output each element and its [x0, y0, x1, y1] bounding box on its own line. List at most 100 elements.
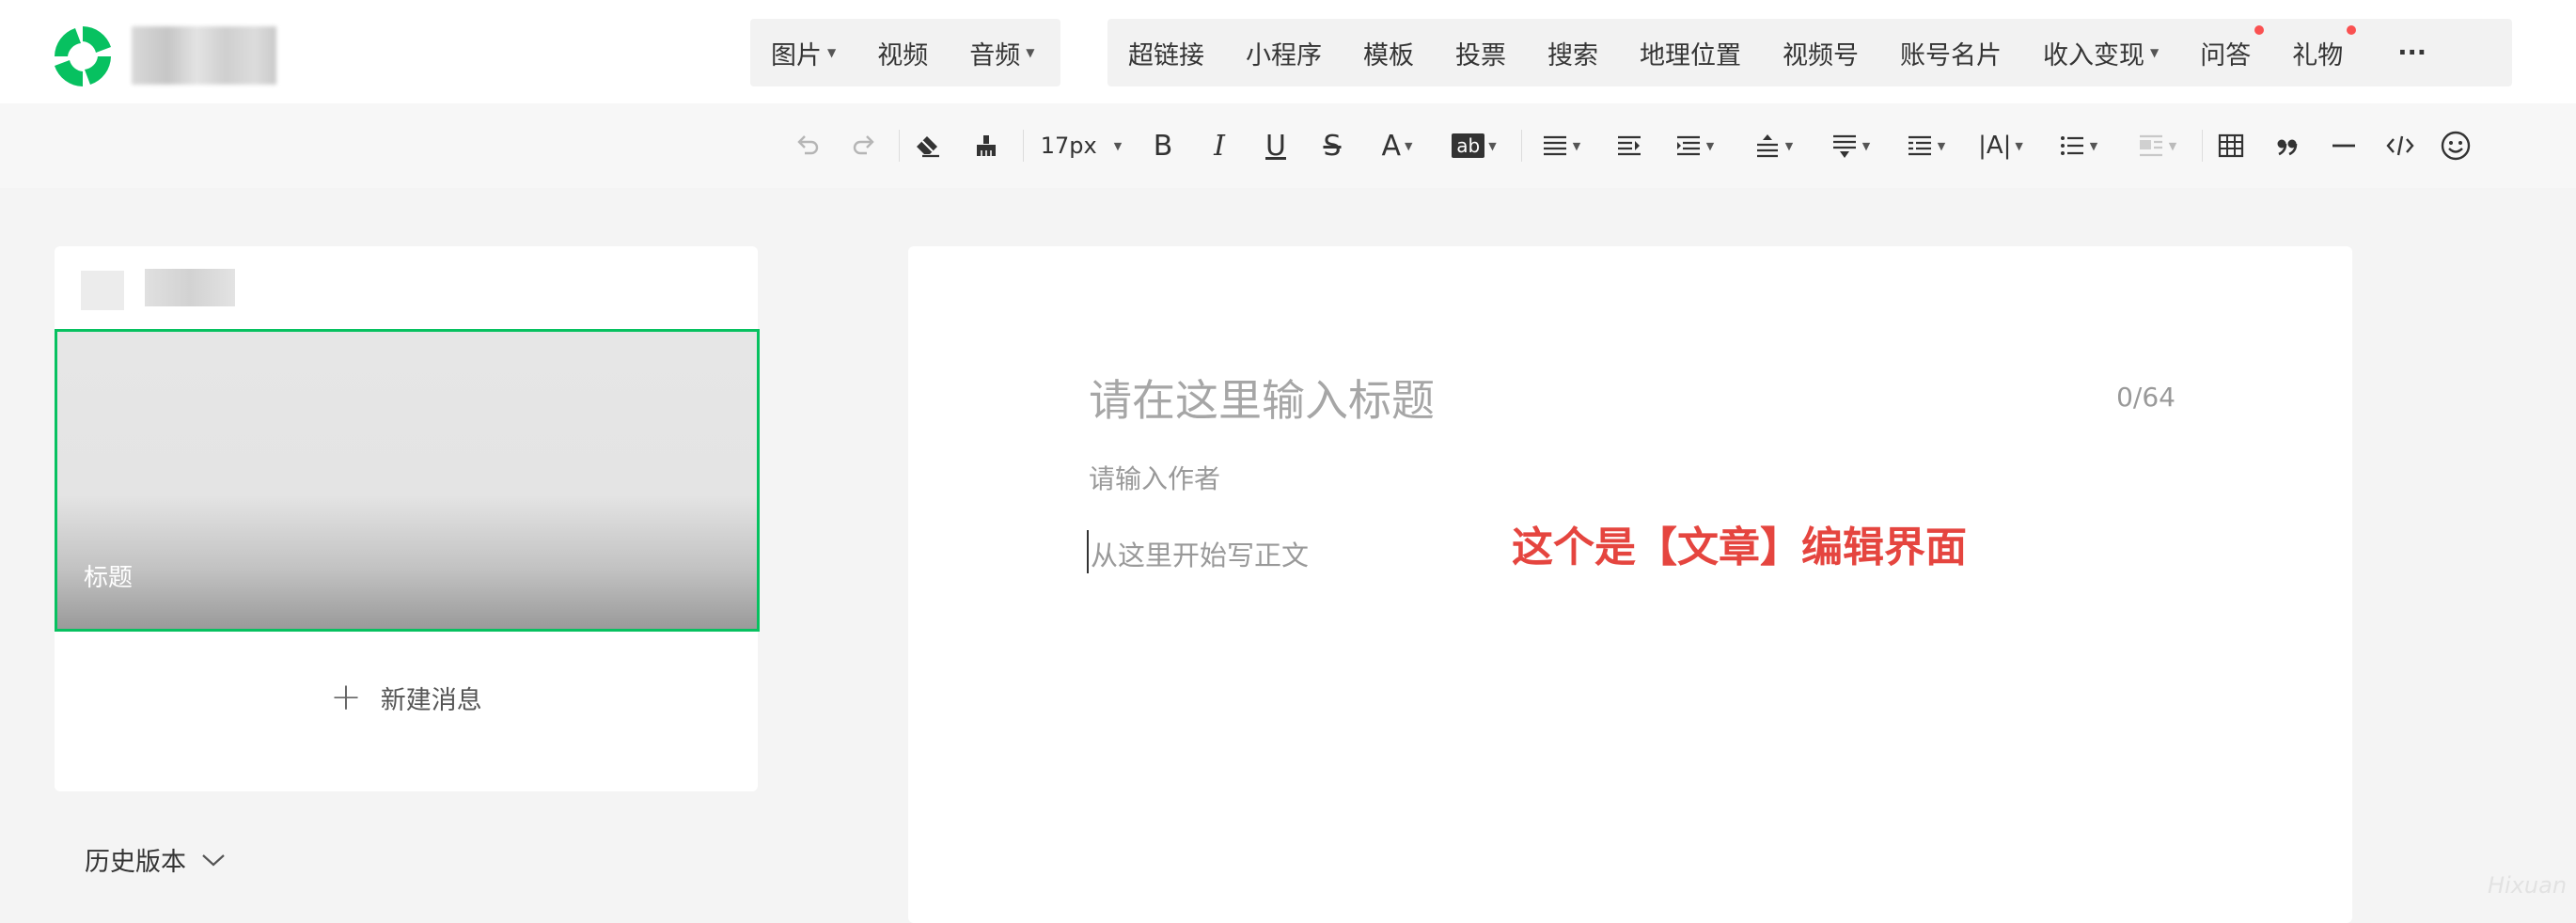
paragraph-spacing-button[interactable]: ▼ [1822, 103, 1878, 188]
font-size-select[interactable]: 17px ▼ [1034, 103, 1128, 188]
caret-down-icon: ▼ [1861, 139, 1871, 152]
watermark: Hixuan [2488, 872, 2568, 899]
strikethrough-icon: S [1323, 129, 1342, 163]
divider-line-button[interactable] [2326, 103, 2362, 188]
more-icon: ··· [2397, 38, 2427, 68]
menu-hyperlink-label: 超链接 [1128, 40, 1204, 70]
body-placeholder: 从这里开始写正文 [1091, 540, 1310, 571]
redo-button[interactable] [844, 103, 884, 188]
more-menu-button[interactable]: ··· [2377, 39, 2447, 68]
indent-icon [1618, 135, 1641, 156]
toolbar-divider [1521, 130, 1522, 162]
quote-icon [2277, 139, 2298, 156]
list-indent-icon [1908, 135, 1931, 156]
font-color-icon: A [1381, 129, 1402, 163]
author-placeholder: 请输入作者 [1089, 463, 1221, 494]
font-color-button[interactable]: A ▼ [1371, 103, 1423, 188]
article-cover-selected[interactable]: 标题 [55, 329, 760, 632]
title-input[interactable]: 请在这里输入标题 [1089, 367, 1435, 429]
caret-down-icon: ▼ [1113, 139, 1123, 152]
menu-audio-label: 音频 [969, 40, 1021, 70]
menu-location-label: 地理位置 [1640, 40, 1741, 70]
menu-audio[interactable]: 音频 ▼ [949, 35, 1055, 71]
title-placeholder: 请在这里输入标题 [1089, 375, 1435, 426]
table-button[interactable] [2213, 103, 2249, 188]
table-icon [2218, 133, 2244, 158]
italic-icon: I [1214, 129, 1225, 163]
caret-down-icon: ▼ [827, 46, 837, 59]
emoji-button[interactable] [2437, 103, 2474, 188]
line-height-button[interactable]: ▼ [1745, 103, 1801, 188]
caret-down-icon: ▼ [2168, 139, 2177, 152]
margin-button[interactable]: ▼ [1666, 103, 1722, 188]
menu-vote-label: 投票 [1455, 40, 1506, 70]
menu-qa-label: 问答 [2200, 40, 2252, 70]
chevron-down-icon [202, 853, 225, 866]
highlight-icon: ab [1452, 133, 1485, 158]
strikethrough-button[interactable]: S [1314, 103, 1350, 188]
menu-qa[interactable]: 问答 [2179, 24, 2271, 71]
indent-button[interactable] [1610, 103, 1649, 188]
caret-down-icon: ▼ [1784, 139, 1794, 152]
align-button[interactable]: ▼ [1532, 103, 1589, 188]
format-toolbar: 17px ▼ B I U S A ▼ ab ▼ ▼ ▼ ▼ ▼ ▼ |A| ▼ ▼ ▼ [0, 103, 2576, 188]
bullet-list-button[interactable]: ▼ [2050, 103, 2106, 188]
menu-image[interactable]: 图片 ▼ [750, 35, 856, 71]
caret-down-icon: ▼ [1572, 139, 1581, 152]
menu-vote[interactable]: 投票 [1435, 35, 1527, 71]
menu-video-label: 视频 [877, 40, 929, 70]
caret-down-icon: ▼ [1705, 139, 1715, 152]
caret-down-icon: ▼ [1026, 46, 1035, 59]
menu-monetize[interactable]: 收入变现 ▼ [2022, 35, 2179, 71]
highlight-button[interactable]: ab ▼ [1444, 103, 1504, 188]
menu-gift[interactable]: 礼物 [2271, 24, 2364, 71]
history-version-toggle[interactable]: 历史版本 [85, 841, 226, 878]
italic-button[interactable]: I [1202, 103, 1237, 188]
menu-hyperlink[interactable]: 超链接 [1107, 35, 1225, 71]
author-input[interactable]: 请输入作者 [1089, 459, 1220, 496]
menu-search-label: 搜索 [1547, 40, 1598, 70]
clear-format-button[interactable] [908, 103, 948, 188]
underline-button[interactable]: U [1258, 103, 1294, 188]
wechat-logo-icon [49, 23, 117, 90]
account-name-blurred [132, 26, 276, 85]
new-message-label: 新建消息 [380, 685, 482, 715]
float-image-button[interactable]: ▼ [2128, 103, 2185, 188]
list-indent-button[interactable]: ▼ [1897, 103, 1954, 188]
paragraph-spacing-icon [1832, 134, 1856, 158]
body-input[interactable]: 从这里开始写正文 [1091, 534, 1309, 573]
menu-channels[interactable]: 视频号 [1762, 35, 1879, 71]
redo-icon [853, 135, 874, 155]
title-char-counter: 0/64 [2116, 382, 2175, 413]
caret-down-icon: ▼ [1488, 139, 1497, 152]
format-painter-button[interactable] [966, 103, 1006, 188]
letter-spacing-button[interactable]: |A| ▼ [1972, 103, 2029, 188]
menu-miniprogram[interactable]: 小程序 [1225, 35, 1343, 71]
menu-search[interactable]: 搜索 [1527, 35, 1619, 71]
toolbar-divider [2202, 130, 2203, 162]
insert-menu: 超链接 小程序 模板 投票 搜索 地理位置 视频号 账号名片 收入变现 ▼ 问答 … [1107, 19, 2512, 86]
notification-badge [2347, 24, 2357, 35]
menu-account-card-label: 账号名片 [1900, 40, 2002, 70]
letter-spacing-icon: |A| [1978, 132, 2012, 160]
article-list-card: 标题 + 新建消息 [55, 246, 760, 791]
menu-location[interactable]: 地理位置 [1619, 35, 1762, 71]
annotation-text: 这个是【文章】编辑界面 [1512, 524, 1967, 571]
code-button[interactable] [2382, 103, 2418, 188]
menu-template[interactable]: 模板 [1343, 35, 1435, 71]
quote-button[interactable] [2270, 103, 2305, 188]
bold-button[interactable]: B [1145, 103, 1181, 188]
article-editor: 请在这里输入标题 0/64 请输入作者 从这里开始写正文 这个是【文章】编辑界面 [908, 246, 2352, 923]
menu-video[interactable]: 视频 [856, 35, 949, 71]
cover-title: 标题 [84, 564, 134, 592]
undo-icon [797, 135, 819, 155]
menu-image-label: 图片 [771, 40, 822, 70]
menu-channels-label: 视频号 [1783, 40, 1859, 70]
new-message-button[interactable]: + 新建消息 [55, 679, 758, 716]
menu-account-card[interactable]: 账号名片 [1879, 35, 2022, 71]
top-bar: 图片 ▼ 视频 音频 ▼ 超链接 小程序 模板 投票 搜索 地理位置 视频号 账号名… [0, 0, 2576, 103]
menu-miniprogram-label: 小程序 [1246, 40, 1322, 70]
code-icon [2386, 135, 2414, 156]
undo-button[interactable] [788, 103, 827, 188]
toolbar-divider [899, 130, 900, 162]
